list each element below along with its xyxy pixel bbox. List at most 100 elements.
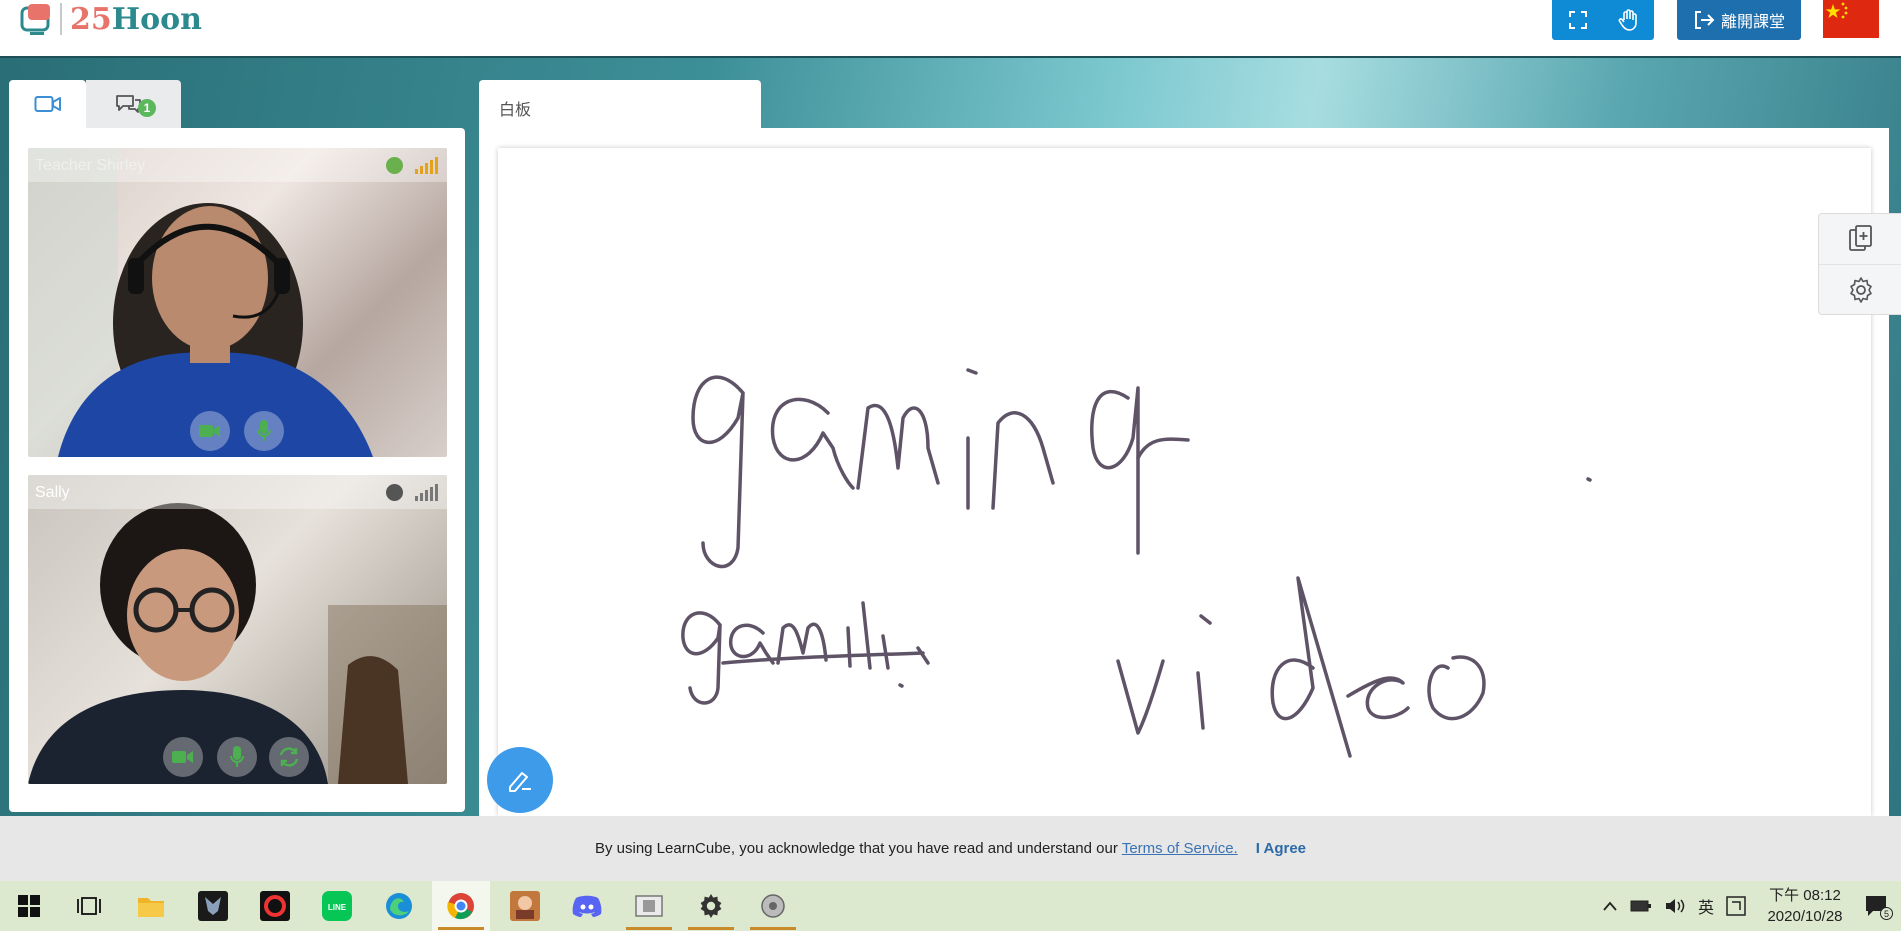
taskbar-settings[interactable] (682, 881, 740, 931)
folder-icon (138, 898, 164, 917)
china-flag-icon (1823, 0, 1879, 38)
fullscreen-button[interactable] (1552, 0, 1603, 40)
video-header-student (28, 475, 447, 509)
logo-divider (60, 3, 62, 35)
consent-message: By using LearnCube, you acknowledge that… (594, 840, 1118, 857)
task-view-button[interactable] (60, 881, 118, 931)
line-app-icon: LINE (322, 891, 352, 921)
camera-toggle-button[interactable] (163, 737, 203, 777)
signal-strength-icon (415, 484, 438, 501)
video-tile-student: Sally (28, 475, 447, 784)
settings-gear-icon (700, 894, 722, 918)
whiteboard-canvas[interactable] (498, 148, 1871, 816)
camera-icon (172, 751, 193, 763)
whiteboard-tab-label: 白板 (499, 102, 532, 119)
windows-taskbar: LINE 英 下午 08:12 2020/10/28 5 (0, 881, 1901, 931)
terms-of-service-link[interactable]: Terms of Service. (1122, 840, 1238, 857)
chrome-browser-icon (447, 893, 474, 920)
mic-toggle-button[interactable] (217, 737, 257, 777)
left-panel-tabs: 1 (9, 80, 181, 128)
microphone-icon (257, 420, 271, 441)
hand-icon (1618, 9, 1637, 31)
discord-app-icon (572, 895, 602, 917)
input-method-indicator[interactable]: 英 (1698, 894, 1714, 918)
start-button[interactable] (0, 881, 58, 931)
chat-unread-badge: 1 (138, 99, 156, 117)
terms-consent-bar: By using LearnCube, you acknowledge that… (0, 816, 1901, 881)
taskbar-file-explorer[interactable] (122, 881, 180, 931)
tab-video[interactable] (9, 80, 86, 128)
media-app-icon (761, 894, 785, 918)
participant-name: Teacher Shirley (35, 157, 146, 174)
taskbar-line[interactable]: LINE (308, 881, 366, 931)
battery-icon[interactable] (1630, 899, 1652, 913)
whiteboard-side-tools (1818, 213, 1901, 315)
game-app-icon (510, 891, 540, 921)
pen-tool-button[interactable] (487, 747, 553, 813)
logo-word: Hoon (111, 1, 202, 37)
video-camera-icon (34, 96, 61, 112)
camera-toggle-button[interactable] (190, 411, 230, 451)
edge-browser-icon (386, 893, 412, 919)
notification-center-button[interactable]: 5 (1864, 893, 1893, 921)
tab-chat[interactable]: 1 (86, 80, 181, 128)
garena-app-icon (260, 891, 290, 921)
add-page-icon (1848, 225, 1872, 251)
taskbar-gaming-app[interactable] (184, 881, 242, 931)
video-tile-teacher: Teacher Shirley (28, 148, 447, 457)
open-indicator (750, 927, 796, 930)
exit-icon (1694, 11, 1715, 29)
pen-icon (509, 772, 531, 792)
taskbar-media-app[interactable] (744, 881, 802, 931)
svg-text:LINE: LINE (328, 903, 347, 912)
language-flag-button[interactable] (1823, 0, 1879, 38)
taskbar-edge[interactable] (370, 881, 428, 931)
signal-strength-icon (415, 157, 438, 174)
add-page-button[interactable] (1819, 214, 1901, 264)
switch-camera-icon (279, 747, 299, 767)
active-indicator (438, 927, 484, 930)
fullscreen-icon (1568, 11, 1587, 29)
monitor-logo-icon (20, 4, 50, 35)
participant-name: Sally (35, 484, 70, 501)
switch-camera-button[interactable] (269, 737, 309, 777)
system-tray: 英 (1602, 881, 1746, 931)
chevron-up-icon[interactable] (1602, 900, 1618, 912)
logo-wordmark: 25Hoon (70, 2, 202, 37)
taskbar-game[interactable] (496, 881, 554, 931)
taskbar-discord[interactable] (558, 881, 616, 931)
clock-time: 下午 08:12 (1769, 887, 1841, 904)
taskbar-chrome[interactable] (432, 881, 490, 931)
settings-button[interactable] (1819, 264, 1901, 314)
leave-class-label: 離開課堂 (1720, 14, 1785, 31)
camera-icon (199, 425, 220, 437)
open-indicator (688, 927, 734, 930)
notification-count: 5 (1880, 907, 1893, 920)
gear-icon (1849, 276, 1872, 303)
microphone-icon (230, 746, 244, 767)
windows-logo-icon (18, 895, 40, 917)
status-dot (386, 157, 403, 174)
volume-icon[interactable] (1664, 897, 1686, 915)
view-controls (1552, 0, 1654, 40)
taskbar-garena[interactable] (246, 881, 304, 931)
taskbar-window-app[interactable] (620, 881, 678, 931)
status-dot (386, 484, 403, 501)
app-logo: 25Hoon (18, 0, 202, 38)
predator-app-icon (198, 891, 228, 921)
agree-button[interactable]: I Agree (1256, 840, 1306, 857)
window-app-icon (635, 895, 663, 917)
ime-mode-icon[interactable] (1726, 896, 1746, 916)
tab-whiteboard[interactable]: 白板 (479, 80, 761, 130)
logo-number: 25 (70, 1, 112, 37)
leave-class-button[interactable]: 離開課堂 (1677, 0, 1801, 40)
clock-date: 2020/10/28 (1767, 908, 1843, 925)
handwriting-strokes (681, 368, 1592, 758)
top-bar: 25Hoon 離開課堂 (0, 0, 1901, 58)
mic-toggle-button[interactable] (244, 411, 284, 451)
raise-hand-button[interactable] (1603, 0, 1654, 40)
task-view-icon (77, 897, 101, 915)
taskbar-clock[interactable]: 下午 08:12 2020/10/28 (1751, 885, 1859, 927)
teacher-video-feed (28, 148, 373, 457)
open-indicator (626, 927, 672, 930)
